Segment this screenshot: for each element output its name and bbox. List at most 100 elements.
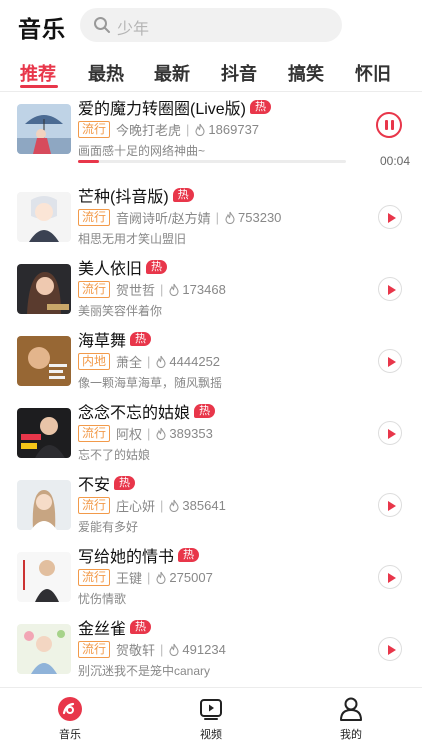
play-count: 173468 <box>182 281 226 297</box>
hot-badge: 热 <box>130 332 152 346</box>
divider: | <box>147 425 151 441</box>
song-cover <box>17 480 71 530</box>
song-item[interactable]: 海草舞 热 内地 萧全 | 4444252 像一颗海草海草，随风飘摇 <box>0 326 422 396</box>
divider: | <box>186 121 190 137</box>
play-count: 389353 <box>169 425 213 441</box>
song-description: 忘不了的姑娘 <box>78 448 151 462</box>
song-item[interactable]: 爱的魔力转圈圈(Live版) 热 流行 今晚打老虎 | 1869737 画面感十… <box>0 94 422 164</box>
nav-profile[interactable]: 我的 <box>321 696 381 742</box>
genre-tag: 流行 <box>78 120 111 138</box>
song-description: 爱能有多好 <box>78 520 139 534</box>
tab-newest[interactable]: 最新 <box>154 60 190 86</box>
artist-name: 萧全 <box>116 354 143 370</box>
song-item[interactable]: 不安 热 流行 庄心妍 | 385641 爱能有多好 <box>0 470 422 540</box>
nav-music[interactable]: 音乐 <box>40 696 100 742</box>
hot-badge: 热 <box>114 476 136 490</box>
song-cover <box>17 624 71 674</box>
song-title: 金丝雀 <box>78 621 127 638</box>
playback-progress-bar[interactable] <box>78 160 346 163</box>
flame-icon <box>156 427 166 440</box>
tab-nostalgic[interactable]: 怀旧 <box>355 60 391 86</box>
genre-tag: 流行 <box>78 280 111 298</box>
song-description: 别沉迷我不是笼中canary <box>78 664 211 678</box>
song-title: 爱的魔力转圈圈(Live版) <box>78 101 247 118</box>
flame-icon <box>169 499 179 512</box>
tab-hottest[interactable]: 最热 <box>88 60 124 86</box>
flame-icon <box>195 123 205 136</box>
song-item[interactable]: 芒种(抖音版) 热 流行 音阙诗听/赵方婧 | 753230 相思无用才笑山盟旧 <box>0 182 422 252</box>
genre-tag: 流行 <box>78 424 111 442</box>
nav-label: 我的 <box>340 729 362 741</box>
play-count: 385641 <box>182 497 226 513</box>
divider: | <box>147 353 151 369</box>
hot-badge: 热 <box>178 548 200 562</box>
play-button[interactable] <box>378 421 402 445</box>
flame-icon <box>169 283 179 296</box>
song-description: 美丽笑容伴着你 <box>78 304 163 318</box>
hot-badge: 热 <box>194 404 216 418</box>
song-cover <box>17 264 71 314</box>
hot-badge: 热 <box>250 100 272 114</box>
header: 音乐 少年 <box>0 0 422 50</box>
song-title: 美人依旧 <box>78 261 143 278</box>
play-button[interactable] <box>378 493 402 517</box>
song-description: 像一颗海草海草，随风飘摇 <box>78 376 223 390</box>
divider: | <box>160 497 164 513</box>
search-input[interactable]: 少年 <box>80 8 342 42</box>
nav-label: 视频 <box>200 729 222 741</box>
search-placeholder: 少年 <box>117 21 150 38</box>
play-count: 491234 <box>182 641 226 657</box>
genre-tag: 流行 <box>78 568 111 586</box>
song-title: 写给她的情书 <box>78 549 175 566</box>
song-item[interactable]: 美人依旧 热 流行 贺世哲 | 173468 美丽笑容伴着你 <box>0 254 422 324</box>
genre-tag: 流行 <box>78 640 111 658</box>
tab-douyin[interactable]: 抖音 <box>221 60 257 86</box>
divider: | <box>160 641 164 657</box>
tab-recommend[interactable]: 推荐 <box>20 60 56 86</box>
genre-tag: 流行 <box>78 496 111 514</box>
song-cover <box>17 408 71 458</box>
playback-time: 00:04 <box>379 154 410 168</box>
page-title: 音乐 <box>18 16 66 42</box>
song-item[interactable]: 金丝雀 热 流行 贺敬轩 | 491234 别沉迷我不是笼中canary <box>0 614 422 684</box>
song-description: 画面感十足的网络神曲~ <box>78 144 206 158</box>
play-button[interactable] <box>378 637 402 661</box>
play-button[interactable] <box>378 205 402 229</box>
flame-icon <box>225 211 235 224</box>
artist-name: 王键 <box>116 570 143 586</box>
flame-icon <box>156 571 166 584</box>
hot-badge: 热 <box>130 620 152 634</box>
genre-tag: 内地 <box>78 352 111 370</box>
category-tabs: 推荐 最热 最新 抖音 搞笑 怀旧 <box>0 50 422 92</box>
pause-icon <box>385 120 388 130</box>
play-button[interactable] <box>378 565 402 589</box>
song-description: 忧伤情歌 <box>78 592 127 606</box>
divider: | <box>215 209 220 225</box>
hot-badge: 热 <box>146 260 168 274</box>
divider: | <box>147 569 151 585</box>
artist-name: 贺敬轩 <box>116 642 156 658</box>
artist-name: 庄心妍 <box>116 498 156 514</box>
music-icon <box>58 697 82 721</box>
play-button[interactable] <box>378 349 402 373</box>
play-count: 1869737 <box>208 121 260 137</box>
song-title: 不安 <box>78 477 111 494</box>
playback-progress-fill <box>78 160 100 163</box>
play-count: 275007 <box>169 569 213 585</box>
song-cover <box>17 104 71 154</box>
tab-funny[interactable]: 搞笑 <box>288 60 324 86</box>
genre-tag: 流行 <box>78 208 111 226</box>
play-button[interactable] <box>378 277 402 301</box>
play-count: 4444252 <box>169 353 221 369</box>
active-tab-indicator <box>20 85 58 88</box>
song-item[interactable]: 念念不忘的姑娘 热 流行 阿权 | 389353 忘不了的姑娘 <box>0 398 422 468</box>
artist-name: 贺世哲 <box>116 282 156 298</box>
song-cover <box>17 336 71 386</box>
song-item[interactable]: 写给她的情书 热 流行 王键 | 275007 忧伤情歌 <box>0 542 422 612</box>
pause-button[interactable] <box>376 112 402 138</box>
profile-icon <box>340 697 362 721</box>
video-icon <box>200 699 222 720</box>
search-icon <box>94 17 110 33</box>
song-title: 芒种(抖音版) <box>78 189 169 206</box>
nav-video[interactable]: 视频 <box>181 696 241 742</box>
